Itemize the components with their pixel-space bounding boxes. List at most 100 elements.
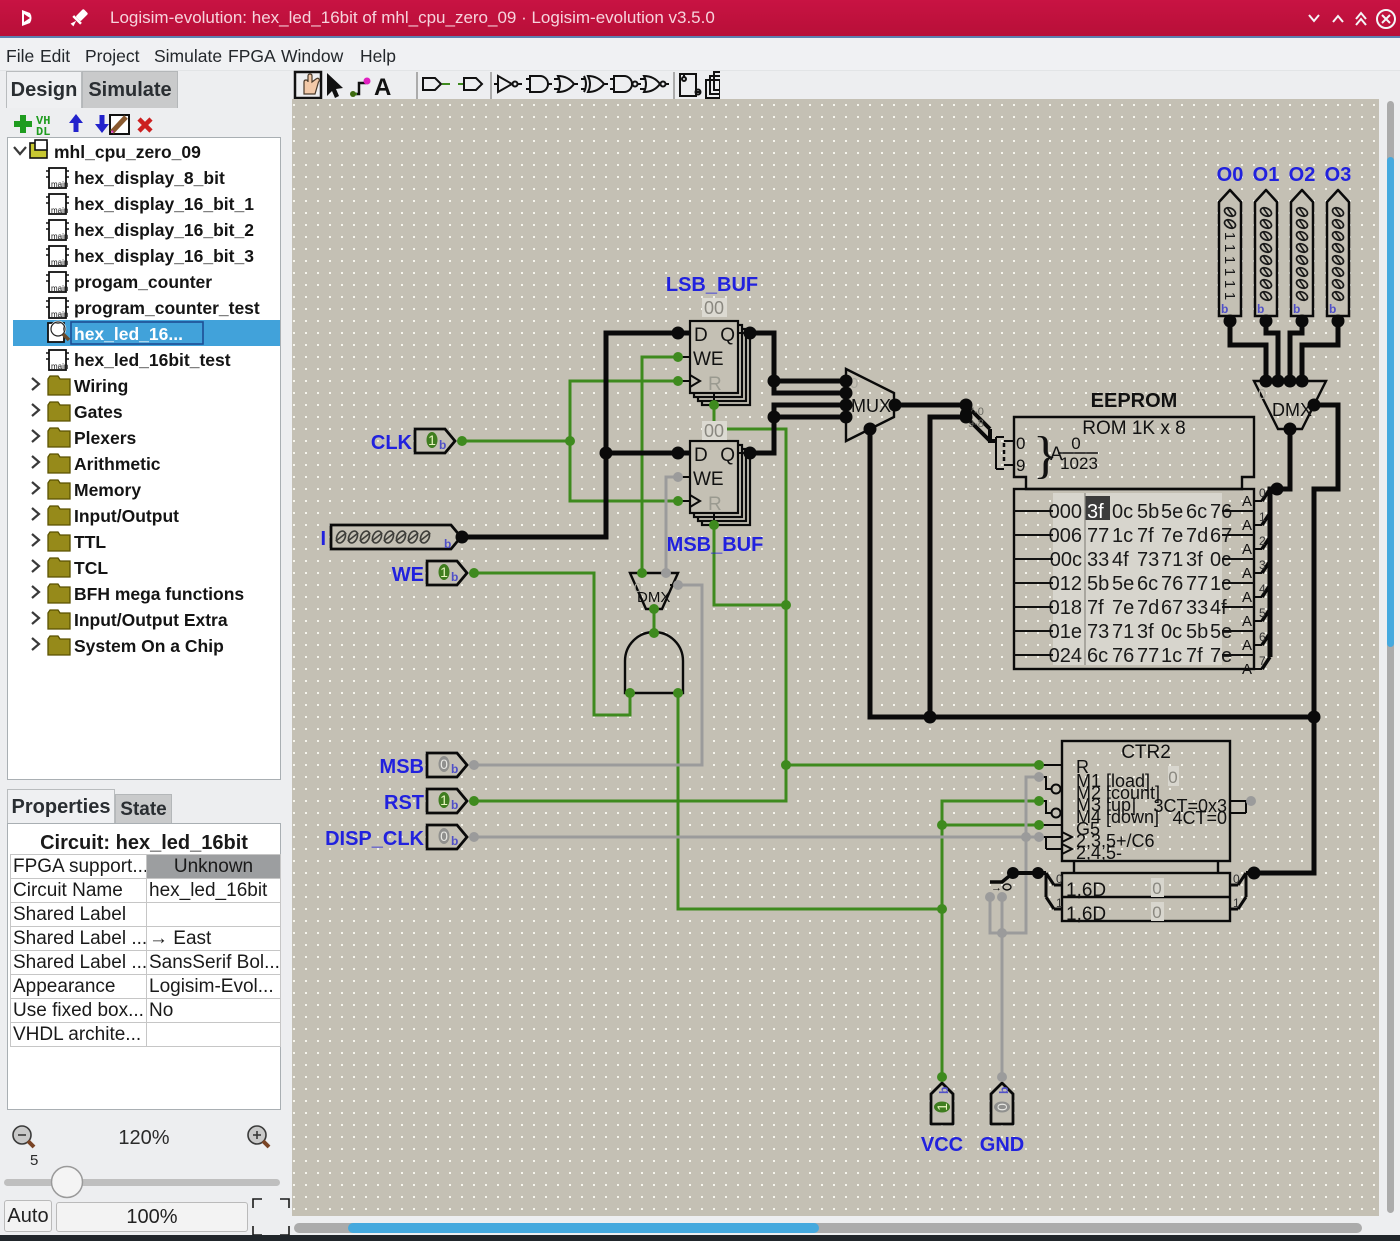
svg-text:A: A <box>374 74 391 101</box>
svg-text:018: 018 <box>1049 597 1082 619</box>
svg-text:D: D <box>694 445 708 466</box>
svg-text:7d: 7d <box>1137 597 1159 619</box>
svg-text:CTR2: CTR2 <box>1121 742 1171 763</box>
svg-text:1: 1 <box>1233 896 1240 910</box>
svg-text:3f: 3f <box>1087 501 1104 523</box>
svg-text:6c: 6c <box>1087 645 1108 667</box>
svg-text:DL: DL <box>36 125 50 137</box>
svg-text:O2: O2 <box>1289 164 1316 186</box>
svg-text:Q: Q <box>720 445 735 466</box>
svg-text:01e: 01e <box>1049 621 1082 643</box>
svg-text:77: 77 <box>1186 573 1208 595</box>
svg-text:R: R <box>708 494 722 515</box>
svg-text:5b: 5b <box>1186 621 1208 643</box>
svg-text:76: 76 <box>1112 645 1134 667</box>
svg-text:0: 0 <box>1152 879 1161 898</box>
svg-text:1: 1 <box>1259 510 1266 524</box>
svg-text:3f: 3f <box>1186 549 1203 571</box>
svg-text:1: 1 <box>1056 896 1063 910</box>
svg-text:7f: 7f <box>1087 597 1104 619</box>
svg-text:b: b <box>1221 302 1228 316</box>
svg-text:0: 0 <box>1233 872 1240 886</box>
svg-text:0c: 0c <box>1112 501 1133 523</box>
svg-text:LSB_BUF: LSB_BUF <box>666 274 758 296</box>
svg-text:MSB_BUF: MSB_BUF <box>667 534 764 556</box>
svg-text:7e: 7e <box>1112 597 1134 619</box>
svg-text:76: 76 <box>1161 573 1183 595</box>
svg-text:5e: 5e <box>1161 501 1183 523</box>
svg-text:0: 0 <box>1071 434 1080 453</box>
svg-text:7: 7 <box>1259 654 1266 668</box>
svg-text:0: 0 <box>1258 386 1266 403</box>
svg-text:024: 024 <box>1049 645 1082 667</box>
svg-text:DMX: DMX <box>1272 400 1312 420</box>
svg-text:67: 67 <box>1161 597 1183 619</box>
svg-text:O0: O0 <box>1217 164 1244 186</box>
svg-text:b: b <box>1257 302 1264 316</box>
svg-text:2,4,5-: 2,4,5- <box>1076 843 1122 863</box>
svg-text:33: 33 <box>1186 597 1208 619</box>
svg-text:A: A <box>1242 637 1252 654</box>
svg-text:00c: 00c <box>1050 549 1082 571</box>
svg-text:RST: RST <box>384 792 424 814</box>
svg-text:b: b <box>444 537 451 551</box>
svg-text:A: A <box>1242 565 1252 582</box>
svg-text:77: 77 <box>1087 525 1109 547</box>
svg-text:1: 1 <box>934 1103 950 1111</box>
svg-text:6c: 6c <box>1186 501 1207 523</box>
svg-text:5b: 5b <box>1137 501 1159 523</box>
svg-text:0: 0 <box>440 756 448 772</box>
svg-text:MUX: MUX <box>851 396 891 416</box>
svg-text:R: R <box>708 374 722 395</box>
svg-text:7d: 7d <box>1186 525 1208 547</box>
svg-text:A: A <box>1242 517 1252 534</box>
svg-text:00: 00 <box>704 298 724 318</box>
svg-text:Q: Q <box>720 325 735 346</box>
svg-text:b: b <box>451 570 458 584</box>
svg-text:CLK: CLK <box>371 432 413 454</box>
svg-text:5b: 5b <box>1087 573 1109 595</box>
svg-text:006: 006 <box>1049 525 1082 547</box>
svg-text:I: I <box>320 528 326 550</box>
svg-text:0: 0 <box>440 828 448 844</box>
svg-text:1,6D: 1,6D <box>1066 904 1106 925</box>
svg-text:GND: GND <box>980 1134 1024 1156</box>
svg-text:1023: 1023 <box>1060 454 1098 473</box>
svg-text:DMX: DMX <box>637 589 670 606</box>
svg-text:O1: O1 <box>1253 164 1280 186</box>
svg-text:1: 1 <box>1221 280 1238 288</box>
svg-text:00: 00 <box>704 421 724 441</box>
svg-text:4CT=0: 4CT=0 <box>1172 808 1227 828</box>
svg-text:WE: WE <box>392 564 424 586</box>
svg-text:b: b <box>997 1087 1011 1094</box>
svg-text:b: b <box>1329 302 1336 316</box>
svg-text:O3: O3 <box>1325 164 1352 186</box>
svg-text:0: 0 <box>1152 903 1161 922</box>
svg-text:0: 0 <box>1056 872 1063 886</box>
svg-text:A: A <box>1242 613 1252 630</box>
svg-text:3: 3 <box>1259 558 1266 572</box>
svg-text:b: b <box>937 1087 951 1094</box>
svg-text:73: 73 <box>1137 549 1159 571</box>
svg-text:2: 2 <box>1259 534 1266 548</box>
svg-text:1c: 1c <box>1161 645 1182 667</box>
svg-text:1: 1 <box>428 432 436 448</box>
svg-text:9: 9 <box>1016 456 1025 475</box>
svg-text:WE: WE <box>693 349 724 370</box>
svg-text:71: 71 <box>1112 621 1134 643</box>
svg-text:5e: 5e <box>1112 573 1134 595</box>
svg-text:1: 1 <box>1221 232 1238 240</box>
svg-text:WE: WE <box>693 469 724 490</box>
svg-text:5: 5 <box>1259 606 1266 620</box>
svg-text:000: 000 <box>1049 501 1082 523</box>
svg-text:1: 1 <box>1221 244 1238 252</box>
svg-text:MSB: MSB <box>380 756 424 778</box>
svg-text:012: 012 <box>1049 573 1082 595</box>
svg-text:0: 0 <box>994 1103 1010 1111</box>
svg-text:1: 1 <box>1221 256 1238 264</box>
svg-text:0c: 0c <box>1161 621 1182 643</box>
svg-text:A: A <box>1242 541 1252 558</box>
svg-text:4: 4 <box>1259 582 1266 596</box>
svg-text:0: 0 <box>1016 434 1025 453</box>
svg-text:77: 77 <box>1137 645 1159 667</box>
